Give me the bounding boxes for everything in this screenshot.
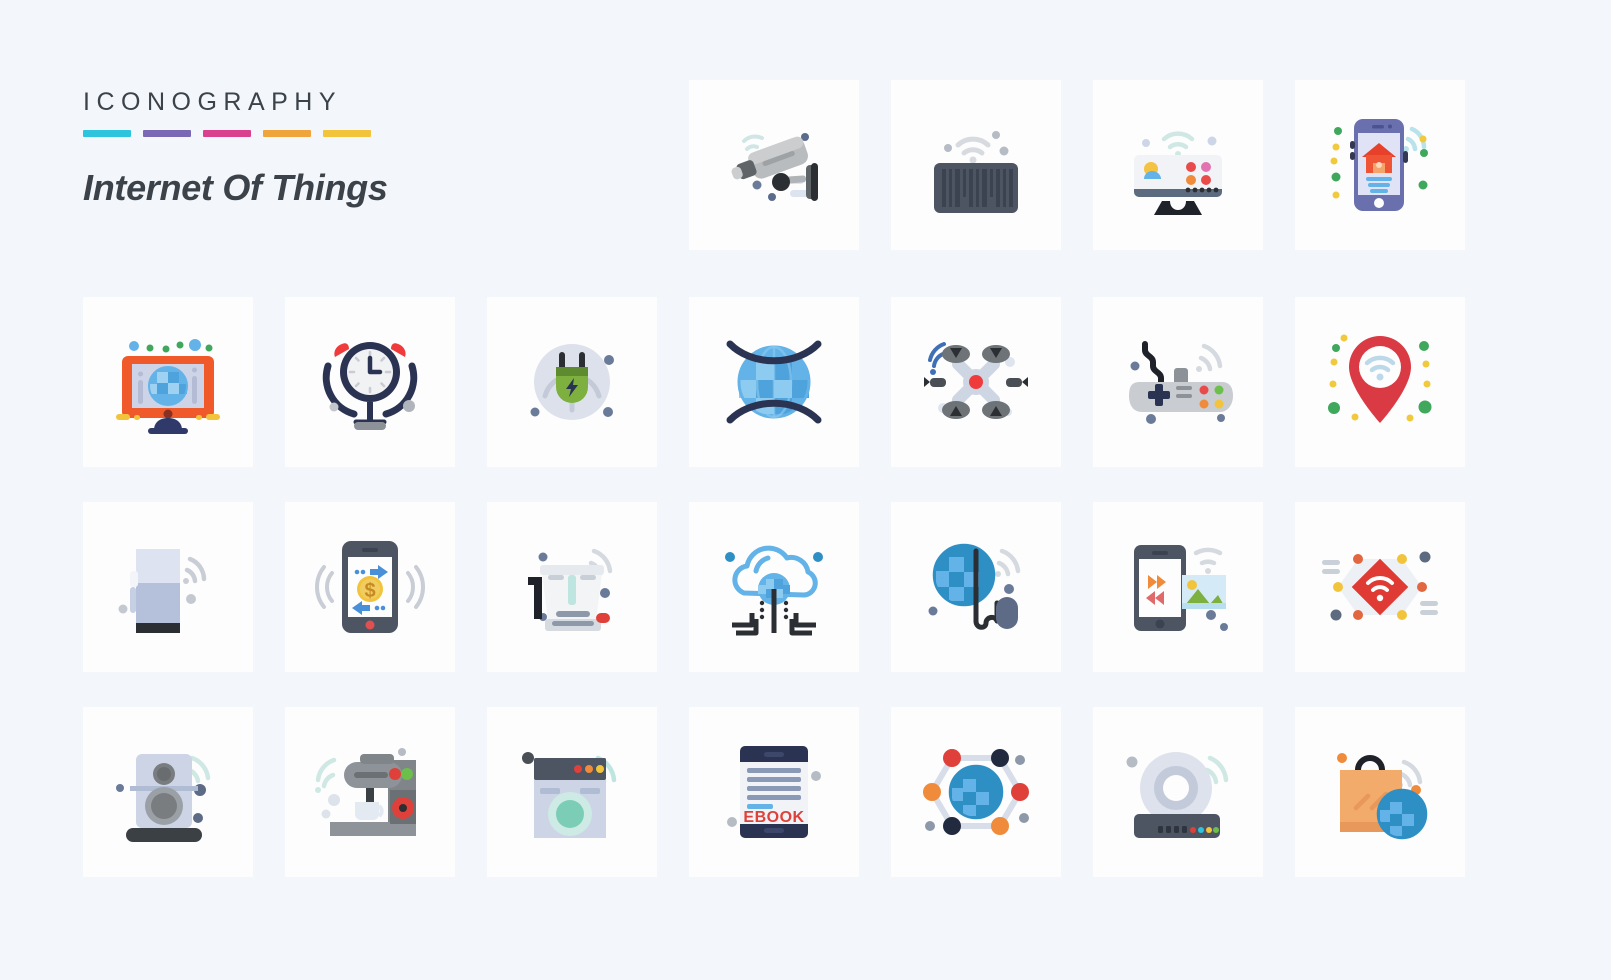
icon-card-wifi-router-modem[interactable]	[1093, 707, 1263, 877]
ebook-tablet-reader-icon: EBOOK	[727, 746, 821, 838]
icon-card-electric-plug-power[interactable]	[487, 297, 657, 467]
icon-card-ebook-tablet-reader[interactable]: EBOOK	[689, 707, 859, 877]
color-bar-row	[83, 130, 643, 137]
color-bar-1	[83, 130, 131, 137]
icon-card-smart-blender-kettle[interactable]	[487, 502, 657, 672]
icon-card-smartphone-smart-home-app[interactable]	[1295, 80, 1465, 250]
icon-card-drone-quadcopter[interactable]	[891, 297, 1061, 467]
icon-card-cctv-security-camera[interactable]	[689, 80, 859, 250]
dollar-symbol: $	[364, 580, 375, 602]
icon-card-washing-machine[interactable]	[487, 707, 657, 877]
icon-card-mobile-payment-dollar[interactable]: $	[285, 502, 455, 672]
icon-card-globe-mouse-internet[interactable]	[891, 502, 1061, 672]
color-bar-3	[203, 130, 251, 137]
color-bar-2	[143, 130, 191, 137]
washing-machine-icon	[522, 752, 617, 838]
icon-card-mobile-image-transfer[interactable]	[1093, 502, 1263, 672]
icon-card-smart-tv-weather-monitor[interactable]	[1093, 80, 1263, 250]
smart-refrigerator-icon	[118, 549, 207, 633]
location-pin-wifi-icon	[1328, 334, 1432, 423]
icon-card-cloud-computing-network[interactable]	[689, 502, 859, 672]
brand-title: ICONOGRAPHY	[83, 88, 343, 116]
online-shopping-bag-globe-icon	[1337, 753, 1428, 840]
icon-card-coffee-machine[interactable]	[285, 707, 455, 877]
hexagon-wifi-network-icon	[1322, 551, 1438, 621]
coffee-machine-icon	[315, 748, 416, 836]
icon-card-alarm-clock[interactable]	[285, 297, 455, 467]
icon-card-barcode-scanner[interactable]	[891, 80, 1061, 250]
icon-card-globe-network-arcs[interactable]	[689, 297, 859, 467]
globe-network-arcs-icon	[726, 340, 822, 424]
smartphone-smart-home-app-icon	[1330, 119, 1428, 211]
icon-card-monitor-globe-internet[interactable]	[83, 297, 253, 467]
icon-card-game-controller-gamepad[interactable]	[1093, 297, 1263, 467]
icon-card-location-pin-wifi[interactable]	[1295, 297, 1465, 467]
alarm-clock-icon	[322, 342, 418, 430]
poster-header: ICONOGRAPHY Internet Of Things	[83, 88, 643, 209]
monitor-globe-internet-icon	[116, 339, 220, 434]
icon-card-global-hexagon-network[interactable]	[891, 707, 1061, 877]
icon-card-smart-speaker[interactable]	[83, 707, 253, 877]
cloud-computing-network-icon	[725, 545, 823, 636]
cctv-security-camera-icon	[731, 133, 818, 201]
mobile-image-transfer-icon	[1134, 545, 1228, 631]
ebook-label: EBOOK	[743, 809, 804, 826]
pack-subtitle: Internet Of Things	[83, 167, 388, 208]
icon-card-smart-refrigerator[interactable]	[83, 502, 253, 672]
drone-quadcopter-icon	[924, 342, 1028, 419]
color-bar-5	[323, 130, 371, 137]
global-hexagon-network-icon	[923, 749, 1029, 835]
icon-card-online-shopping-bag-globe[interactable]	[1295, 707, 1465, 877]
mobile-payment-dollar-icon: $	[314, 541, 426, 633]
barcode-scanner-icon	[934, 131, 1018, 213]
smart-speaker-icon	[116, 754, 211, 842]
globe-mouse-internet-icon	[928, 543, 1021, 630]
wifi-router-modem-icon	[1126, 752, 1229, 838]
color-bar-4	[263, 130, 311, 137]
icon-pack-poster: ICONOGRAPHY Internet Of Things $ EBOOK	[0, 0, 1611, 980]
game-controller-gamepad-icon	[1129, 341, 1233, 424]
icon-card-hexagon-wifi-network[interactable]	[1295, 502, 1465, 672]
smart-blender-kettle-icon	[528, 548, 613, 631]
electric-plug-power-icon	[530, 344, 614, 420]
smart-tv-weather-monitor-icon	[1134, 131, 1222, 215]
